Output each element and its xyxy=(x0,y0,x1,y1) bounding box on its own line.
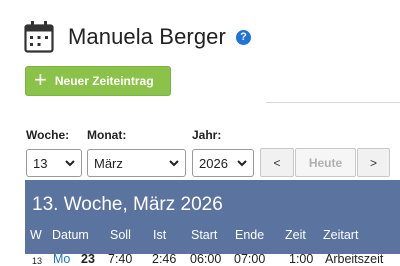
column-header: Zeitart xyxy=(323,228,359,242)
week-select[interactable]: 13 xyxy=(26,149,82,177)
today-button[interactable]: Heute xyxy=(295,148,356,177)
chevron-down-icon xyxy=(237,160,247,167)
help-icon[interactable]: ? xyxy=(235,29,251,45)
new-entry-button[interactable]: + Neuer Zeiteintrag xyxy=(25,66,171,96)
column-header: Soll xyxy=(110,228,131,242)
chevron-down-icon xyxy=(65,160,75,167)
chevron-down-icon xyxy=(169,160,179,167)
table-row[interactable]: 13 Mo 23 7:40 2:46 06:00 07:00 1:00 Arbe… xyxy=(25,254,400,266)
calendar-icon xyxy=(24,21,54,53)
month-label: Monat: xyxy=(87,128,127,142)
page-title: Manuela Berger xyxy=(68,24,226,49)
soll-cell: 7:40 xyxy=(108,254,133,266)
column-header: W xyxy=(30,228,42,242)
month-select[interactable]: März xyxy=(87,149,186,177)
column-header: Start xyxy=(191,228,218,242)
date-cell: 23 xyxy=(81,254,95,266)
start-cell: 06:00 xyxy=(190,254,222,266)
table-header: W Datum Soll Ist Start Ende Zeit Zeitart xyxy=(25,228,400,254)
divider xyxy=(266,102,400,103)
year-select-value: 2026 xyxy=(199,155,228,171)
week-panel: 13. Woche, März 2026 W Datum Soll Ist St… xyxy=(25,180,400,266)
day-link[interactable]: Mo xyxy=(53,254,70,266)
column-header: Zeit xyxy=(285,228,306,242)
ist-cell: 2:46 xyxy=(152,254,177,266)
column-header: Ende xyxy=(235,228,265,242)
prev-week-button[interactable]: < xyxy=(260,148,294,177)
next-week-button[interactable]: > xyxy=(357,148,390,177)
time-cell: 1:00 xyxy=(289,254,314,266)
time-type-cell: Arbeitszeit xyxy=(325,254,384,266)
end-cell: 07:00 xyxy=(234,254,266,266)
new-entry-label: Neuer Zeiteintrag xyxy=(54,74,154,88)
column-header: Ist xyxy=(153,228,167,242)
month-select-value: März xyxy=(94,155,123,171)
column-header: Datum xyxy=(52,228,89,242)
week-title: 13. Woche, März 2026 xyxy=(32,194,223,215)
week-select-value: 13 xyxy=(33,155,48,171)
page-header: Manuela Berger ? xyxy=(24,20,251,54)
week-cell: 13 xyxy=(32,256,43,266)
plus-icon: + xyxy=(34,67,47,92)
week-label: Woche: xyxy=(26,128,70,142)
year-select[interactable]: 2026 xyxy=(192,149,254,177)
year-label: Jahr: xyxy=(192,128,222,142)
